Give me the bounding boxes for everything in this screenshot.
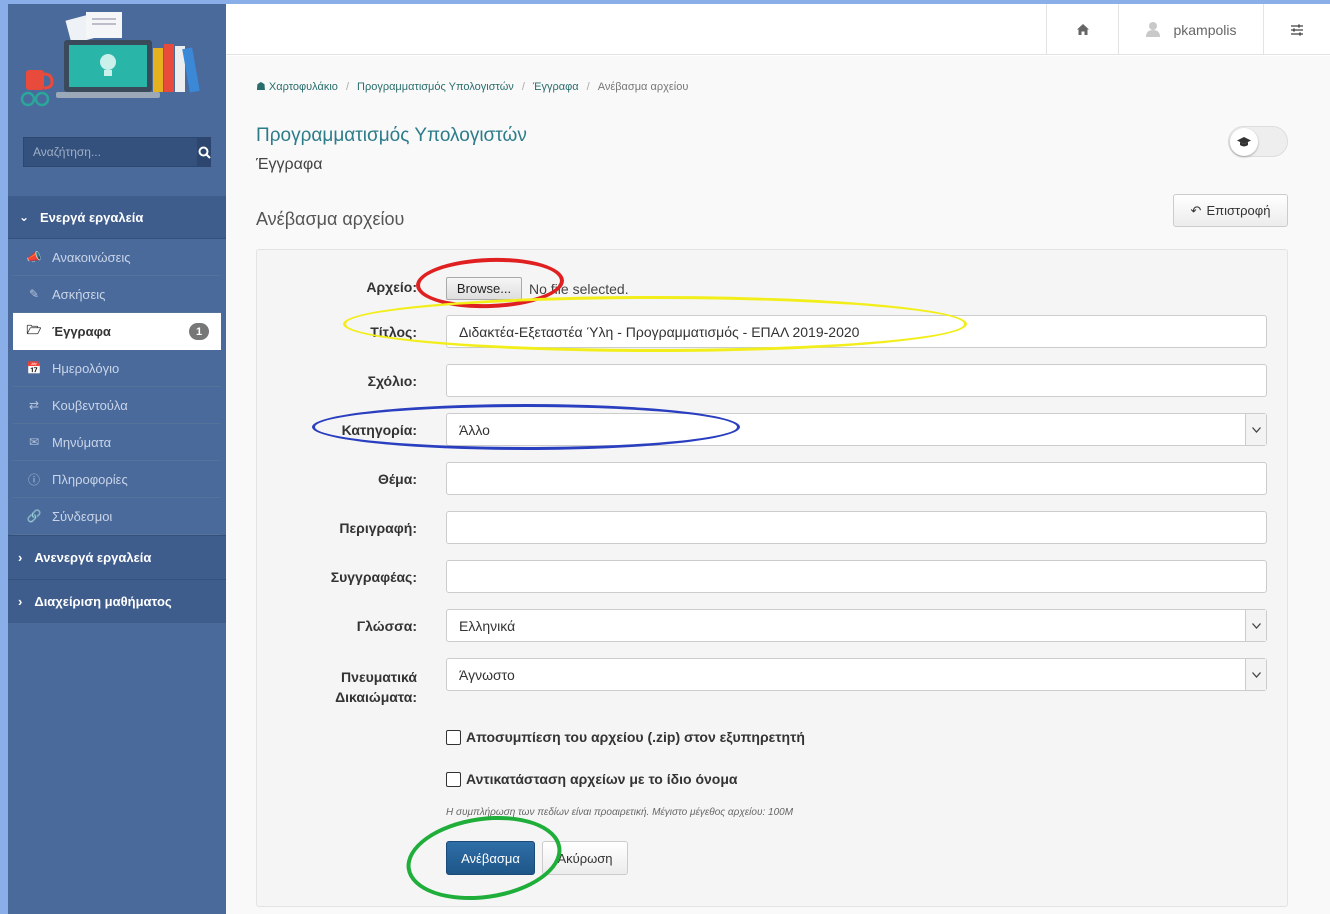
copyright-selected-value: Άγνωστο — [459, 666, 515, 683]
username: pkampolis — [1173, 21, 1237, 38]
exchange-icon: ⇄ — [28, 398, 40, 412]
main-content: pkampolis ☗ Χαρτοφυλάκιο / Προγραμματισμ… — [226, 4, 1330, 914]
link-icon: 🔗 — [26, 509, 42, 523]
user-avatar-icon — [1146, 22, 1161, 37]
course-title[interactable]: Προγραμματισμός Υπολογιστών — [256, 125, 527, 147]
sidebar-item-exercises[interactable]: ✎ Ασκήσεις — [13, 276, 221, 313]
category-label: Κατηγορία: — [341, 422, 417, 438]
form-hint: Η συμπλήρωση των πεδίων είναι προαιρετικ… — [446, 807, 794, 818]
reply-icon: ↶ — [1190, 202, 1202, 218]
description-input[interactable] — [446, 511, 1267, 544]
author-input[interactable] — [446, 560, 1267, 593]
chevron-down-icon: ⌄ — [18, 210, 30, 224]
search-input[interactable] — [23, 137, 198, 167]
browse-button[interactable]: Browse... — [446, 277, 522, 300]
breadcrumb: ☗ Χαρτοφυλάκιο / Προγραμματισμός Υπολογι… — [256, 80, 689, 94]
title-label: Τίτλος: — [370, 324, 417, 340]
count-badge: 1 — [189, 323, 209, 340]
description-label: Περιγραφή: — [339, 520, 417, 536]
cancel-button[interactable]: Ακύρωση — [542, 841, 628, 875]
envelope-icon: ✉ — [28, 435, 40, 449]
sidebar-search — [23, 137, 211, 167]
top-bar: pkampolis — [226, 4, 1330, 55]
sliders-icon — [1291, 24, 1303, 35]
chevron-down-icon — [1245, 659, 1266, 690]
megaphone-icon: 📣 — [26, 250, 42, 264]
unzip-checkbox[interactable]: Αποσυμπίεση του αρχείου (.zip) στον εξυπ… — [446, 729, 805, 745]
active-tools-menu: ⌄ Ενεργά εργαλεία 📣 Ανακοινώσεις ✎ Ασκήσ… — [8, 196, 226, 623]
chevron-right-icon: › — [18, 594, 23, 609]
subject-label: Θέμα: — [377, 471, 417, 487]
breadcrumb-course[interactable]: Προγραμματισμός Υπολογιστών — [357, 81, 514, 93]
home-button[interactable] — [1046, 4, 1118, 55]
sidebar-item-announcements[interactable]: 📣 Ανακοινώσεις — [13, 239, 221, 276]
sidebar-item-links[interactable]: 🔗 Σύνδεσμοι — [13, 498, 221, 535]
eclass-logo-illustration — [20, 12, 200, 107]
title-input[interactable]: Διδακτέα-Εξεταστέα Ύλη - Προγραμματισμός… — [446, 315, 1267, 348]
back-button[interactable]: ↶ Επιστροφή — [1173, 194, 1288, 227]
copyright-select[interactable]: Άγνωστο — [446, 658, 1267, 691]
student-view-toggle[interactable] — [1228, 126, 1288, 157]
course-admin-header[interactable]: › Διαχείριση μαθήματος — [8, 579, 226, 623]
replace-checkbox[interactable]: Αντικατάσταση αρχείων με το ίδιο όνομα — [446, 771, 738, 787]
breadcrumb-documents[interactable]: Έγγραφα — [533, 81, 579, 93]
home-icon — [1076, 24, 1089, 35]
settings-button[interactable] — [1263, 4, 1330, 55]
sidebar-item-info[interactable]: ⓘ Πληροφορίες — [13, 461, 221, 498]
sidebar-item-documents[interactable]: 🗁 Έγγραφα 1 — [13, 313, 221, 350]
upload-button[interactable]: Ανέβασμα — [446, 841, 535, 875]
search-button[interactable] — [198, 137, 211, 167]
file-label: Αρχείο: — [366, 279, 417, 295]
active-tools-header[interactable]: ⌄ Ενεργά εργαλεία — [8, 196, 226, 239]
info-icon: ⓘ — [27, 472, 40, 487]
chevron-down-icon — [1245, 414, 1266, 445]
language-selected-value: Ελληνικά — [459, 617, 516, 634]
category-select[interactable]: Άλλο — [446, 413, 1267, 446]
user-menu[interactable]: pkampolis — [1118, 4, 1263, 55]
briefcase-icon: ☗ — [256, 81, 269, 93]
file-status: No file selected. — [529, 281, 629, 297]
logo[interactable] — [8, 4, 226, 124]
section-title: Έγγραφα — [256, 156, 323, 173]
breadcrumb-current: Ανέβασμα αρχείου — [597, 80, 689, 93]
subject-input[interactable] — [446, 462, 1267, 495]
sidebar: ⌄ Ενεργά εργαλεία 📣 Ανακοινώσεις ✎ Ασκήσ… — [8, 4, 226, 914]
chevron-right-icon: › — [18, 550, 23, 565]
calendar-icon: 📅 — [26, 361, 42, 375]
breadcrumb-portfolio[interactable]: ☗ Χαρτοφυλάκιο — [256, 80, 338, 93]
checkbox[interactable] — [446, 729, 461, 745]
search-icon — [198, 146, 211, 159]
sidebar-item-calendar[interactable]: 📅 Ημερολόγιο — [13, 350, 221, 387]
graduation-cap-icon — [1237, 137, 1251, 147]
comment-label: Σχόλιο: — [367, 373, 417, 389]
category-selected-value: Άλλο — [459, 421, 490, 438]
inactive-tools-header[interactable]: › Ανενεργά εργαλεία — [8, 535, 226, 579]
copyright-label: Πνευματικά Δικαιώματα: — [335, 669, 417, 705]
chevron-down-icon — [1245, 610, 1266, 641]
language-select[interactable]: Ελληνικά — [446, 609, 1267, 642]
checkbox[interactable] — [446, 771, 461, 787]
author-label: Συγγραφέας: — [330, 569, 417, 585]
language-label: Γλώσσα: — [356, 618, 417, 634]
folder-open-icon: 🗁 — [26, 323, 42, 337]
upload-form-panel: Αρχείο: Browse... No file selected. Τίτλ… — [256, 249, 1288, 907]
edit-icon: ✎ — [28, 287, 40, 301]
sidebar-item-messages[interactable]: ✉ Μηνύματα — [13, 424, 221, 461]
page-heading: Ανέβασμα αρχείου — [256, 209, 405, 229]
comment-input[interactable] — [446, 364, 1267, 397]
sidebar-item-chat[interactable]: ⇄ Κουβεντούλα — [13, 387, 221, 424]
